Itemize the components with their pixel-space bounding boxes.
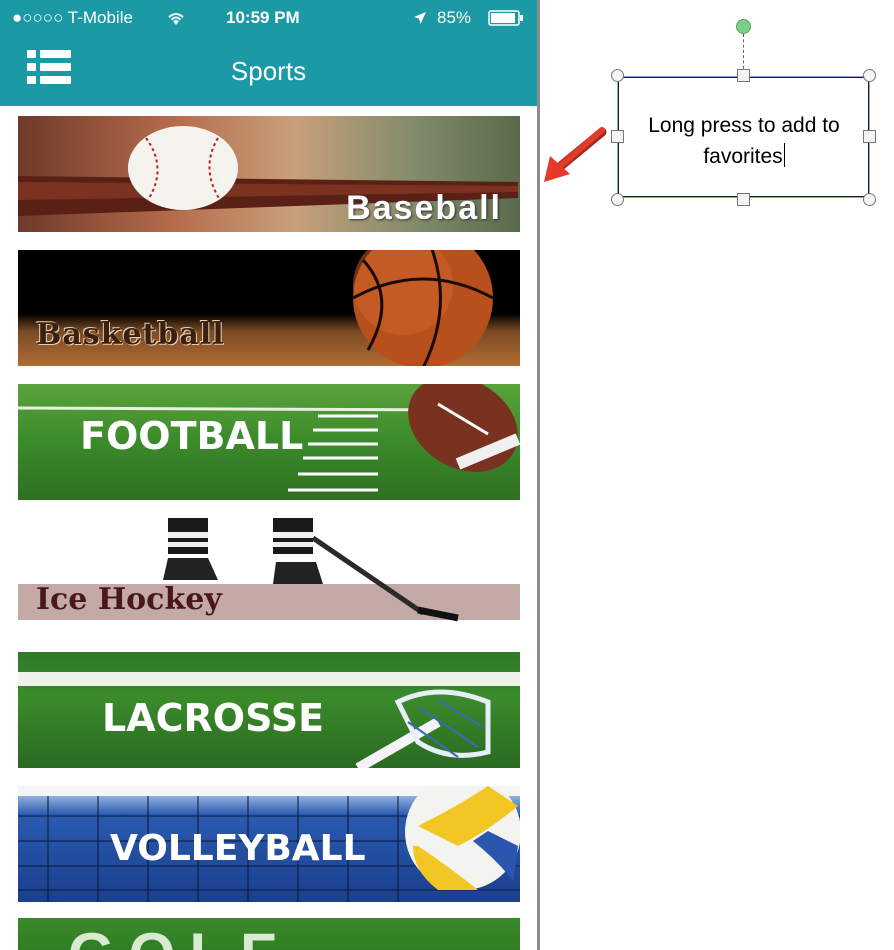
carrier-label: ●○○○○ T-Mobile [12,8,133,27]
sport-label: Ice Hockey [36,582,222,617]
resize-handle-top-left[interactable] [611,69,624,82]
sport-label: Basketball [36,317,225,352]
battery-icon [488,10,523,26]
sport-tile-golf[interactable]: GOLF [18,918,520,950]
resize-handle-bottom[interactable] [737,193,750,206]
sport-label: LACROSSE [102,696,325,740]
sport-tile-basketball[interactable]: Basketball [18,250,520,366]
red-arrow-icon [544,127,607,182]
status-bar: ●○○○○ T-Mobile 10:59 PM 85% [0,0,537,36]
sport-tile-lacrosse[interactable]: LACROSSE [18,652,520,768]
phone-screen: ●○○○○ T-Mobile 10:59 PM 85% Sports Baseb… [0,0,540,950]
sport-tile-ice-hockey[interactable]: Ice Hockey [18,518,520,634]
navigation-bar: Sports [0,36,537,106]
text-caret [783,143,785,167]
sport-label: VOLLEYBALL [110,828,366,869]
sport-label: GOLF [68,920,291,950]
resize-handle-bottom-left[interactable] [611,193,624,206]
resize-handle-top[interactable] [737,69,750,82]
resize-handle-left[interactable] [611,130,624,143]
wifi-icon [168,13,184,25]
sport-tile-baseball[interactable]: Baseball [18,116,520,232]
resize-handle-top-right[interactable] [863,69,876,82]
sport-tile-football[interactable]: FOOTBALL [18,384,520,500]
page-title: Sports [230,56,307,86]
clock: 10:59 PM [226,8,300,27]
rotation-guide-line [743,34,744,74]
sport-label: FOOTBALL [80,414,304,458]
rotate-handle[interactable] [736,19,751,34]
location-arrow-icon [414,12,426,24]
resize-handle-right[interactable] [863,130,876,143]
callout-label: Long press to add to favorites [648,114,840,168]
sport-label: Baseball [346,189,502,227]
sport-tile-volleyball[interactable]: VOLLEYBALL [18,786,520,902]
callout-text[interactable]: Long press to add to favorites [620,110,868,172]
resize-handle-bottom-right[interactable] [863,193,876,206]
battery-percent: 85% [437,8,472,27]
